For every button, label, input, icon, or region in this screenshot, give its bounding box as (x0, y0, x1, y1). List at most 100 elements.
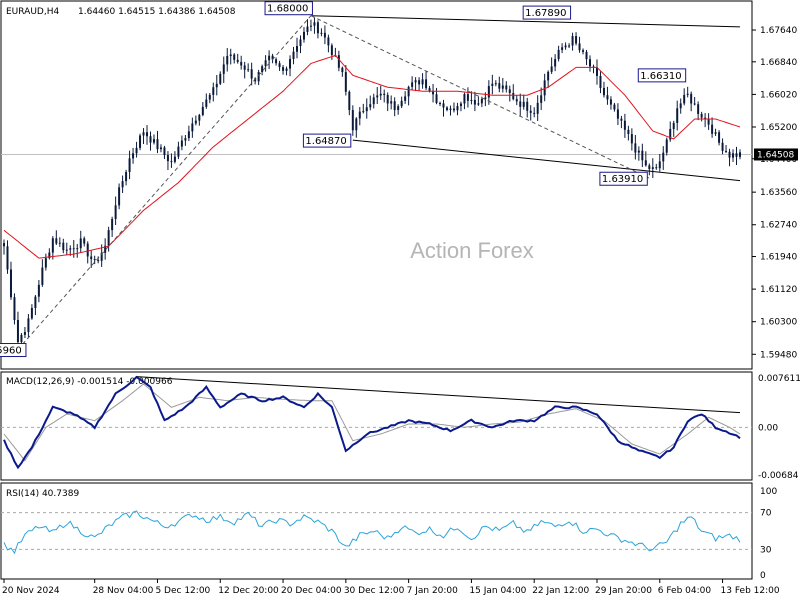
candle-body (445, 107, 448, 110)
candle-body (247, 69, 250, 71)
candle-body (651, 167, 654, 169)
candle-body (330, 45, 333, 56)
candle-body (16, 319, 19, 343)
candle-body (229, 54, 232, 56)
candle-body (393, 101, 396, 111)
candle-body (292, 51, 295, 59)
candle-body (257, 71, 260, 82)
candle-body (337, 55, 340, 68)
candle-body (442, 103, 445, 108)
candle-body (665, 139, 668, 153)
candle-body (522, 101, 525, 107)
time-tick-label: 20 Nov 2024 (2, 586, 60, 596)
candle-body (111, 218, 114, 231)
macd-tick-label: 0.007611 (758, 374, 800, 384)
candle-body (65, 249, 68, 251)
candle-body (585, 51, 588, 60)
candle-body (700, 113, 703, 118)
candle-body (365, 107, 368, 112)
candle-body (529, 110, 532, 113)
candle-body (599, 75, 602, 88)
candle-body (166, 155, 169, 162)
candle-body (369, 104, 372, 108)
candle-body (400, 100, 403, 107)
candle-body (187, 131, 190, 139)
candle-body (51, 238, 54, 253)
candle-body (173, 156, 176, 162)
candle-body (285, 68, 288, 71)
candle-body (637, 150, 640, 153)
candle-body (236, 59, 239, 62)
price-tick-label: 1.61940 (760, 253, 797, 263)
candle-body (358, 111, 361, 119)
candle-body (407, 86, 410, 97)
candle-body (505, 85, 508, 90)
time-tick-label: 5 Dec 12:00 (155, 586, 210, 596)
candle-body (421, 79, 424, 85)
candle-body (561, 47, 564, 50)
candle-body (418, 80, 421, 85)
candle-body (44, 258, 47, 268)
candle-body (414, 80, 417, 83)
candle-body (275, 59, 278, 64)
candle-body (125, 172, 128, 182)
candle-body (463, 94, 466, 104)
candle-body (226, 55, 229, 65)
candle-body (30, 308, 33, 319)
candle-body (557, 49, 560, 60)
candle-body (372, 97, 375, 105)
candle-body (411, 82, 414, 87)
candle-body (473, 100, 476, 105)
candle-body (156, 139, 159, 150)
candle-body (540, 95, 543, 103)
candle-body (320, 32, 323, 34)
candle-body (268, 55, 271, 61)
candle-body (72, 248, 75, 250)
rsi-tick-label: 70 (760, 509, 772, 519)
time-tick-label: 13 Feb 12:00 (721, 586, 780, 596)
candle-body (233, 54, 236, 60)
candle-body (602, 87, 605, 96)
candle-body (344, 72, 347, 92)
candle-body (34, 296, 37, 309)
time-tick-label: 12 Dec 20:00 (218, 586, 279, 596)
candle-body (477, 103, 480, 105)
candle-body (575, 36, 578, 44)
candle-body (205, 99, 208, 107)
candle-body (90, 256, 93, 260)
candle-body (519, 101, 522, 107)
time-tick-label: 22 Jan 12:00 (532, 586, 589, 596)
candle-body (547, 71, 550, 81)
ohlc-label: 1.64460 1.64515 1.64386 1.64508 (78, 7, 236, 17)
candle-body (690, 93, 693, 104)
candle-body (397, 106, 400, 111)
candle-body (491, 83, 494, 86)
candle-body (459, 103, 462, 107)
macd-tick-label: -0.00684 (758, 471, 799, 481)
candle-body (58, 242, 61, 244)
candle-body (128, 158, 131, 173)
candle-body (613, 104, 616, 110)
candle-body (582, 50, 585, 52)
candle-body (376, 95, 379, 98)
candle-body (487, 85, 490, 98)
candle-body (159, 147, 162, 150)
candle-body (278, 63, 281, 68)
candle-body (386, 94, 389, 104)
price-tick-label: 1.62740 (760, 221, 797, 231)
candle-body (323, 32, 326, 38)
candle-body (515, 99, 518, 102)
candle-body (672, 122, 675, 130)
candle-body (404, 96, 407, 101)
level-annotation-text: 1.64870 (305, 136, 346, 147)
candle-body (152, 139, 155, 143)
watermark: Action Forex (410, 238, 534, 263)
candle-body (121, 181, 124, 188)
macd-tick-label: 0.00 (758, 423, 778, 433)
candle-body (466, 94, 469, 101)
candle-body (79, 238, 82, 249)
candle-body (212, 87, 215, 95)
candle-body (623, 120, 626, 130)
price-tick-label: 1.61120 (760, 285, 797, 295)
price-tick-label: 1.67640 (760, 26, 797, 36)
